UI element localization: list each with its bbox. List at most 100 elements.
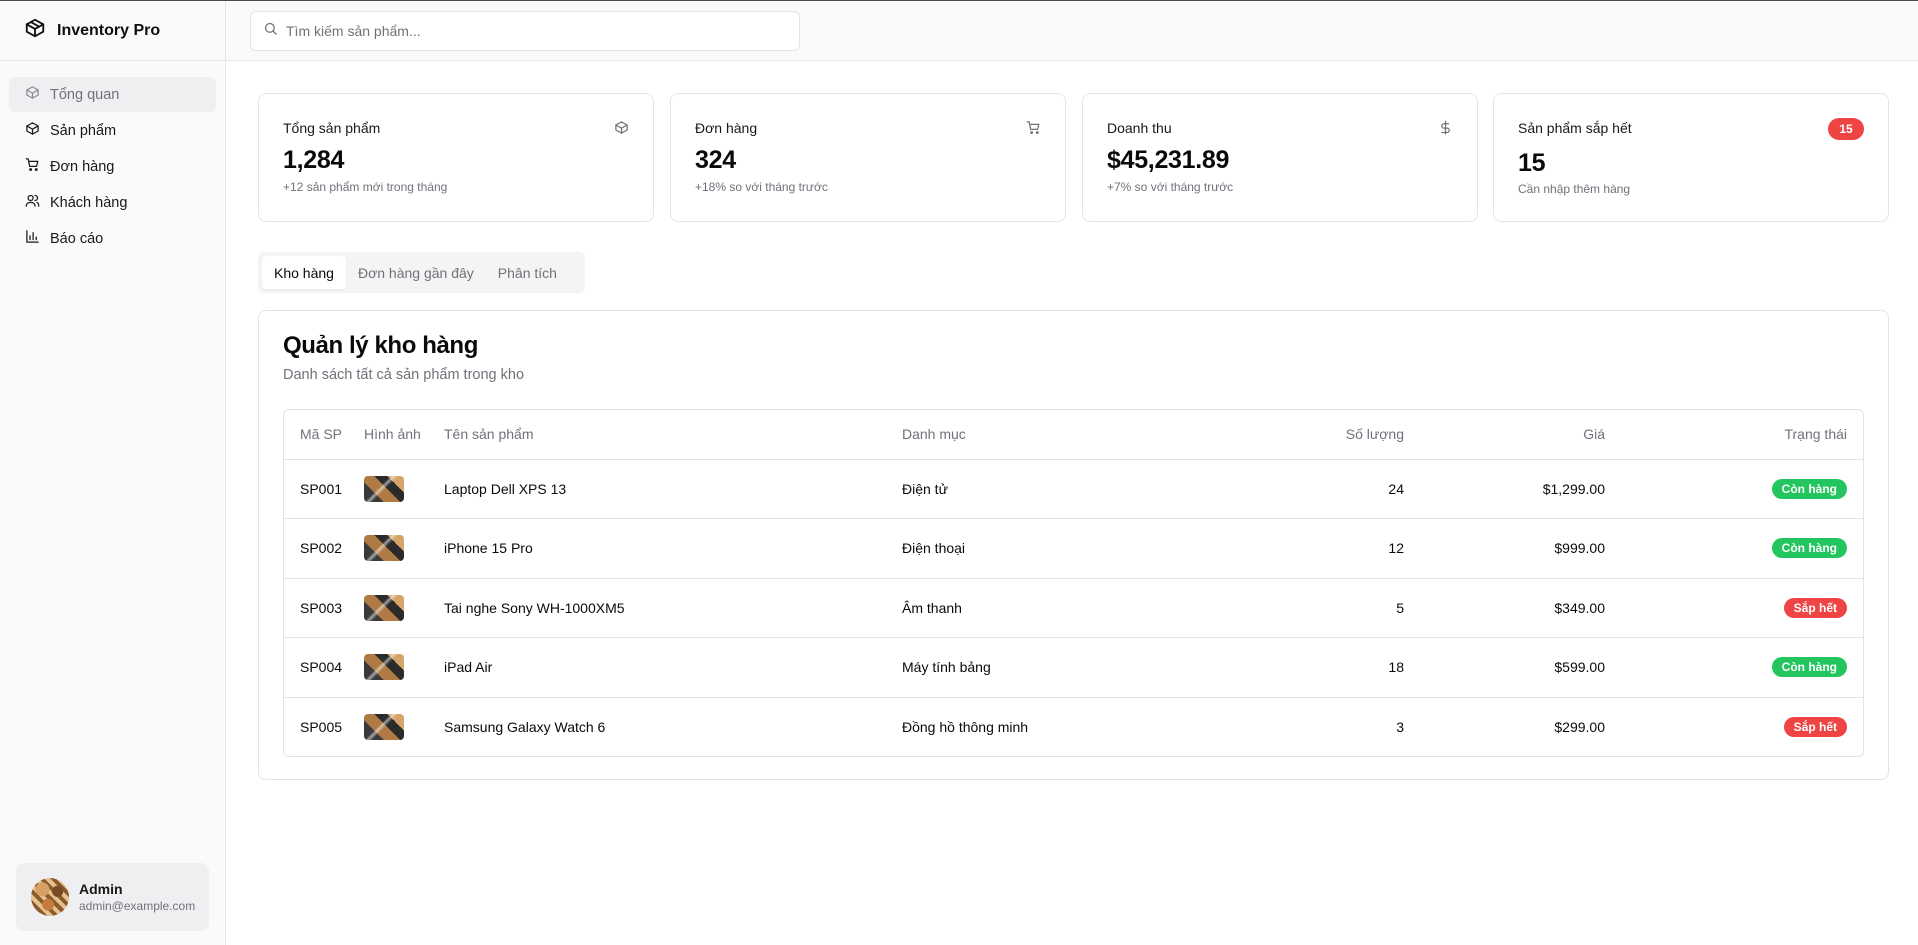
status-badge: Sắp hết bbox=[1783, 717, 1847, 737]
product-name: iPad Air bbox=[444, 637, 902, 698]
brand[interactable]: Inventory Pro bbox=[0, 1, 225, 61]
product-thumbnail bbox=[364, 535, 404, 562]
tab-analytics[interactable]: Phân tích bbox=[486, 256, 569, 289]
product-price: $299.00 bbox=[1554, 719, 1605, 735]
product-price: $999.00 bbox=[1404, 518, 1605, 579]
search-input[interactable] bbox=[286, 23, 766, 39]
stat-subtext: Cần nhập thêm hàng bbox=[1518, 182, 1631, 196]
product-code: SP004 bbox=[284, 637, 364, 698]
sidebar: Inventory Pro Tổng quan Sản phẩm Đơn hàn… bbox=[0, 1, 226, 945]
column-header-image[interactable]: Hình ảnh bbox=[364, 410, 444, 460]
top-header bbox=[226, 1, 1918, 61]
product-price: $1,299.00 bbox=[1404, 459, 1605, 519]
stat-card-low-stock: Sản phẩm sắp hết 15 15 Cần nhập thêm hàn… bbox=[1493, 93, 1889, 222]
stat-title: Tổng sản phẩm bbox=[283, 120, 381, 136]
product-name: iPhone 15 Pro bbox=[444, 518, 902, 579]
column-header-price[interactable]: Giá bbox=[1404, 410, 1605, 460]
stat-card-total-products: Tổng sản phẩm 1,284 +12 sản phẩm mới tro… bbox=[258, 93, 654, 222]
tab-list: Kho hàng Đơn hàng gần đây Phân tích bbox=[258, 252, 585, 293]
low-stock-badge: 15 bbox=[1828, 118, 1864, 140]
table-header-row: Mã SP Hình ảnh Tên sản phẩm Danh mục Số … bbox=[284, 410, 1863, 460]
sidebar-nav: Tổng quan Sản phẩm Đơn hàng Khách hàng B… bbox=[0, 61, 225, 256]
sidebar-item-products[interactable]: Sản phẩm bbox=[9, 113, 216, 148]
product-price: $599.00 bbox=[1404, 637, 1605, 698]
package-icon bbox=[24, 17, 46, 44]
table-row[interactable]: SP003 Tai nghe Sony WH-1000XM5 Âm thanh … bbox=[284, 578, 1863, 638]
product-thumbnail bbox=[364, 654, 404, 681]
sidebar-item-label: Tổng quan bbox=[50, 86, 120, 103]
product-thumbnail bbox=[364, 475, 404, 502]
column-header-name[interactable]: Tên sản phẩm bbox=[444, 410, 902, 460]
bar-chart-icon bbox=[25, 229, 40, 248]
sidebar-item-label: Sản phẩm bbox=[50, 122, 117, 139]
table-row[interactable]: SP001 Laptop Dell XPS 13 Điện tử 24 $1,2… bbox=[284, 459, 1863, 519]
users-icon bbox=[25, 193, 40, 212]
product-quantity: 3 bbox=[1396, 719, 1404, 735]
user-email: admin@example.com bbox=[79, 899, 196, 913]
status-badge: Sắp hết bbox=[1783, 597, 1847, 618]
column-header-status[interactable]: Trạng thái bbox=[1605, 410, 1863, 460]
stat-subtext: +12 sản phẩm mới trong tháng bbox=[283, 180, 448, 194]
user-name: Admin bbox=[79, 881, 123, 897]
product-code: SP003 bbox=[284, 578, 364, 638]
cart-icon bbox=[1026, 120, 1041, 140]
stat-value: 15 bbox=[1518, 149, 1546, 177]
product-name: Tai nghe Sony WH-1000XM5 bbox=[444, 578, 902, 638]
status-badge: Còn hàng bbox=[1771, 657, 1847, 678]
product-category: Điện tử bbox=[902, 459, 1202, 519]
stat-title: Đơn hàng bbox=[695, 120, 758, 136]
product-quantity: 18 bbox=[1202, 637, 1404, 698]
product-category: Điện thoại bbox=[902, 518, 1202, 579]
product-quantity: 24 bbox=[1202, 459, 1404, 519]
product-quantity: 5 bbox=[1202, 578, 1404, 638]
sidebar-item-overview[interactable]: Tổng quan bbox=[9, 77, 216, 112]
table-row[interactable]: SP002 iPhone 15 Pro Điện thoại 12 $999.0… bbox=[284, 518, 1863, 579]
column-header-code[interactable]: Mã SP bbox=[284, 410, 364, 460]
column-header-category[interactable]: Danh mục bbox=[902, 410, 1202, 460]
user-profile[interactable]: Admin admin@example.com bbox=[16, 863, 209, 931]
app-title: Inventory Pro bbox=[57, 21, 161, 39]
sidebar-item-label: Đơn hàng bbox=[50, 158, 115, 175]
table-row[interactable]: SP005 Samsung Galaxy Watch 6 Đồng hồ thô… bbox=[284, 697, 1863, 756]
column-header-quantity[interactable]: Số lượng bbox=[1202, 410, 1404, 460]
dollar-icon bbox=[1438, 120, 1453, 140]
user-info: Admin admin@example.com bbox=[79, 881, 195, 913]
sidebar-item-customers[interactable]: Khách hàng bbox=[9, 185, 216, 220]
sidebar-item-reports[interactable]: Báo cáo bbox=[9, 221, 216, 256]
stat-card-orders: Đơn hàng 324 +18% so với tháng trước bbox=[670, 93, 1066, 222]
search-icon bbox=[263, 21, 278, 41]
stat-subtext: +7% so với tháng trước bbox=[1107, 180, 1234, 194]
sidebar-item-label: Khách hàng bbox=[50, 194, 128, 211]
product-thumbnail bbox=[364, 594, 404, 621]
stat-card-revenue: Doanh thu $45,231.89 +7% so với tháng tr… bbox=[1082, 93, 1478, 222]
product-category: Đồng hồ thông minh bbox=[902, 719, 1029, 735]
search-box[interactable] bbox=[250, 11, 800, 51]
sidebar-item-orders[interactable]: Đơn hàng bbox=[9, 149, 216, 184]
product-code: SP005 bbox=[300, 719, 343, 735]
product-name: Samsung Galaxy Watch 6 bbox=[444, 719, 606, 735]
avatar bbox=[31, 878, 69, 916]
status-badge: Còn hàng bbox=[1771, 538, 1847, 559]
stat-subtext: +18% so với tháng trước bbox=[695, 180, 828, 194]
product-category: Máy tính bảng bbox=[902, 637, 1202, 698]
sidebar-item-label: Báo cáo bbox=[50, 230, 104, 247]
stat-value: 1,284 bbox=[283, 146, 345, 174]
package-icon bbox=[25, 121, 40, 140]
product-price: $349.00 bbox=[1404, 578, 1605, 638]
package-icon bbox=[25, 85, 40, 104]
tab-inventory[interactable]: Kho hàng bbox=[262, 256, 346, 289]
product-name: Laptop Dell XPS 13 bbox=[444, 459, 902, 519]
inventory-title: Quản lý kho hàng bbox=[283, 332, 478, 359]
stat-value: 324 bbox=[695, 146, 736, 174]
inventory-table: Mã SP Hình ảnh Tên sản phẩm Danh mục Số … bbox=[283, 409, 1864, 757]
cart-icon bbox=[25, 157, 40, 176]
product-code: SP002 bbox=[284, 518, 364, 579]
package-icon bbox=[614, 120, 629, 140]
product-category: Âm thanh bbox=[902, 578, 1202, 638]
tab-recent-orders[interactable]: Đơn hàng gần đây bbox=[346, 256, 486, 289]
product-quantity: 12 bbox=[1202, 518, 1404, 579]
inventory-card: Quản lý kho hàng Danh sách tất cả sản ph… bbox=[258, 310, 1889, 780]
stat-title: Sản phẩm sắp hết bbox=[1518, 120, 1632, 136]
stat-value: $45,231.89 bbox=[1107, 146, 1230, 174]
table-row[interactable]: SP004 iPad Air Máy tính bảng 18 $599.00 … bbox=[284, 637, 1863, 698]
